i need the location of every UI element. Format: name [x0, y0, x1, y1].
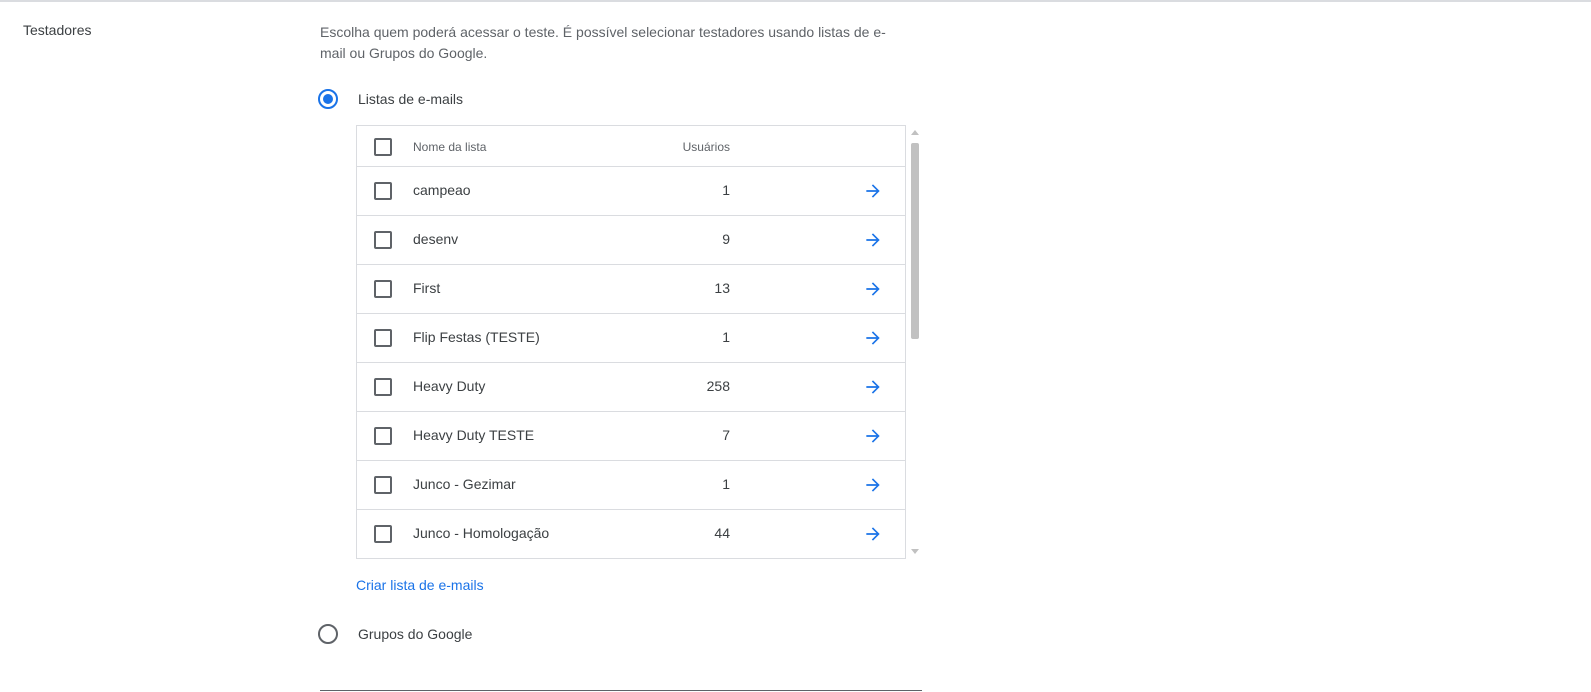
scroll-thumb[interactable] — [911, 143, 919, 339]
arrow-right-icon[interactable] — [863, 279, 883, 299]
radio-email-lists-label: Listas de e-mails — [358, 91, 464, 107]
table-row[interactable]: Heavy Duty TESTE 7 — [357, 412, 905, 461]
list-name: desenv — [413, 231, 459, 247]
scroll-down-icon[interactable] — [911, 549, 919, 554]
list-name: Heavy Duty — [413, 378, 486, 394]
arrow-right-icon[interactable] — [863, 181, 883, 201]
row-checkbox[interactable] — [374, 525, 392, 543]
list-user-count: 1 — [722, 476, 730, 492]
row-checkbox[interactable] — [374, 427, 392, 445]
table-row[interactable]: Flip Festas (TESTE) 1 — [357, 314, 905, 363]
row-checkbox[interactable] — [374, 378, 392, 396]
list-user-count: 1 — [722, 182, 730, 198]
list-name: campeao — [413, 182, 471, 198]
row-checkbox[interactable] — [374, 231, 392, 249]
arrow-right-icon[interactable] — [863, 328, 883, 348]
radio-google-groups-label: Grupos do Google — [358, 626, 473, 642]
table-header: Nome da lista Usuários — [357, 126, 905, 167]
list-name: Junco - Gezimar — [413, 476, 516, 492]
table-row[interactable]: Junco - Gezimar 1 — [357, 461, 905, 510]
table-row[interactable]: First 13 — [357, 265, 905, 314]
section-label: Testadores — [23, 22, 92, 38]
table-body: campeao 1 desenv 9 First 13 Flip Festas (TESTE… — [357, 167, 905, 558]
list-user-count: 1 — [722, 329, 730, 345]
bottom-divider — [320, 690, 922, 691]
list-user-count: 44 — [714, 525, 730, 541]
radio-google-groups[interactable]: Grupos do Google — [318, 624, 472, 644]
radio-unchecked-icon[interactable] — [318, 624, 338, 644]
row-checkbox[interactable] — [374, 182, 392, 200]
row-checkbox[interactable] — [374, 280, 392, 298]
arrow-right-icon[interactable] — [863, 475, 883, 495]
scroll-up-icon[interactable] — [911, 130, 919, 135]
list-user-count: 13 — [714, 280, 730, 296]
list-user-count: 7 — [722, 427, 730, 443]
list-name: Flip Festas (TESTE) — [413, 329, 540, 345]
arrow-right-icon[interactable] — [863, 426, 883, 446]
row-checkbox[interactable] — [374, 329, 392, 347]
list-name: Junco - Homologação — [413, 525, 550, 541]
table-row[interactable]: campeao 1 — [357, 167, 905, 216]
radio-checked-icon[interactable] — [318, 89, 338, 109]
column-header-name: Nome da lista — [413, 140, 487, 154]
row-checkbox[interactable] — [374, 476, 392, 494]
list-user-count: 9 — [722, 231, 730, 247]
table-row[interactable]: Heavy Duty 258 — [357, 363, 905, 412]
list-user-count: 258 — [706, 378, 730, 394]
arrow-right-icon[interactable] — [863, 230, 883, 250]
create-email-list-link[interactable]: Criar lista de e-mails — [356, 577, 484, 593]
table-scrollbar[interactable] — [910, 127, 920, 557]
list-name: First — [413, 280, 441, 296]
section-description: Escolha quem poderá acessar o teste. É p… — [320, 24, 886, 61]
column-header-users: Usuários — [682, 140, 730, 154]
radio-email-lists[interactable]: Listas de e-mails — [318, 89, 463, 109]
list-name: Heavy Duty TESTE — [413, 427, 535, 443]
table-row[interactable]: desenv 9 — [357, 216, 905, 265]
email-lists-table: Nome da lista Usuários campeao 1 desenv 9 Fi… — [356, 125, 906, 559]
select-all-checkbox[interactable] — [374, 138, 392, 156]
arrow-right-icon[interactable] — [863, 524, 883, 544]
table-row[interactable]: Junco - Homologação 44 — [357, 510, 905, 558]
top-divider — [0, 0, 1591, 2]
arrow-right-icon[interactable] — [863, 377, 883, 397]
